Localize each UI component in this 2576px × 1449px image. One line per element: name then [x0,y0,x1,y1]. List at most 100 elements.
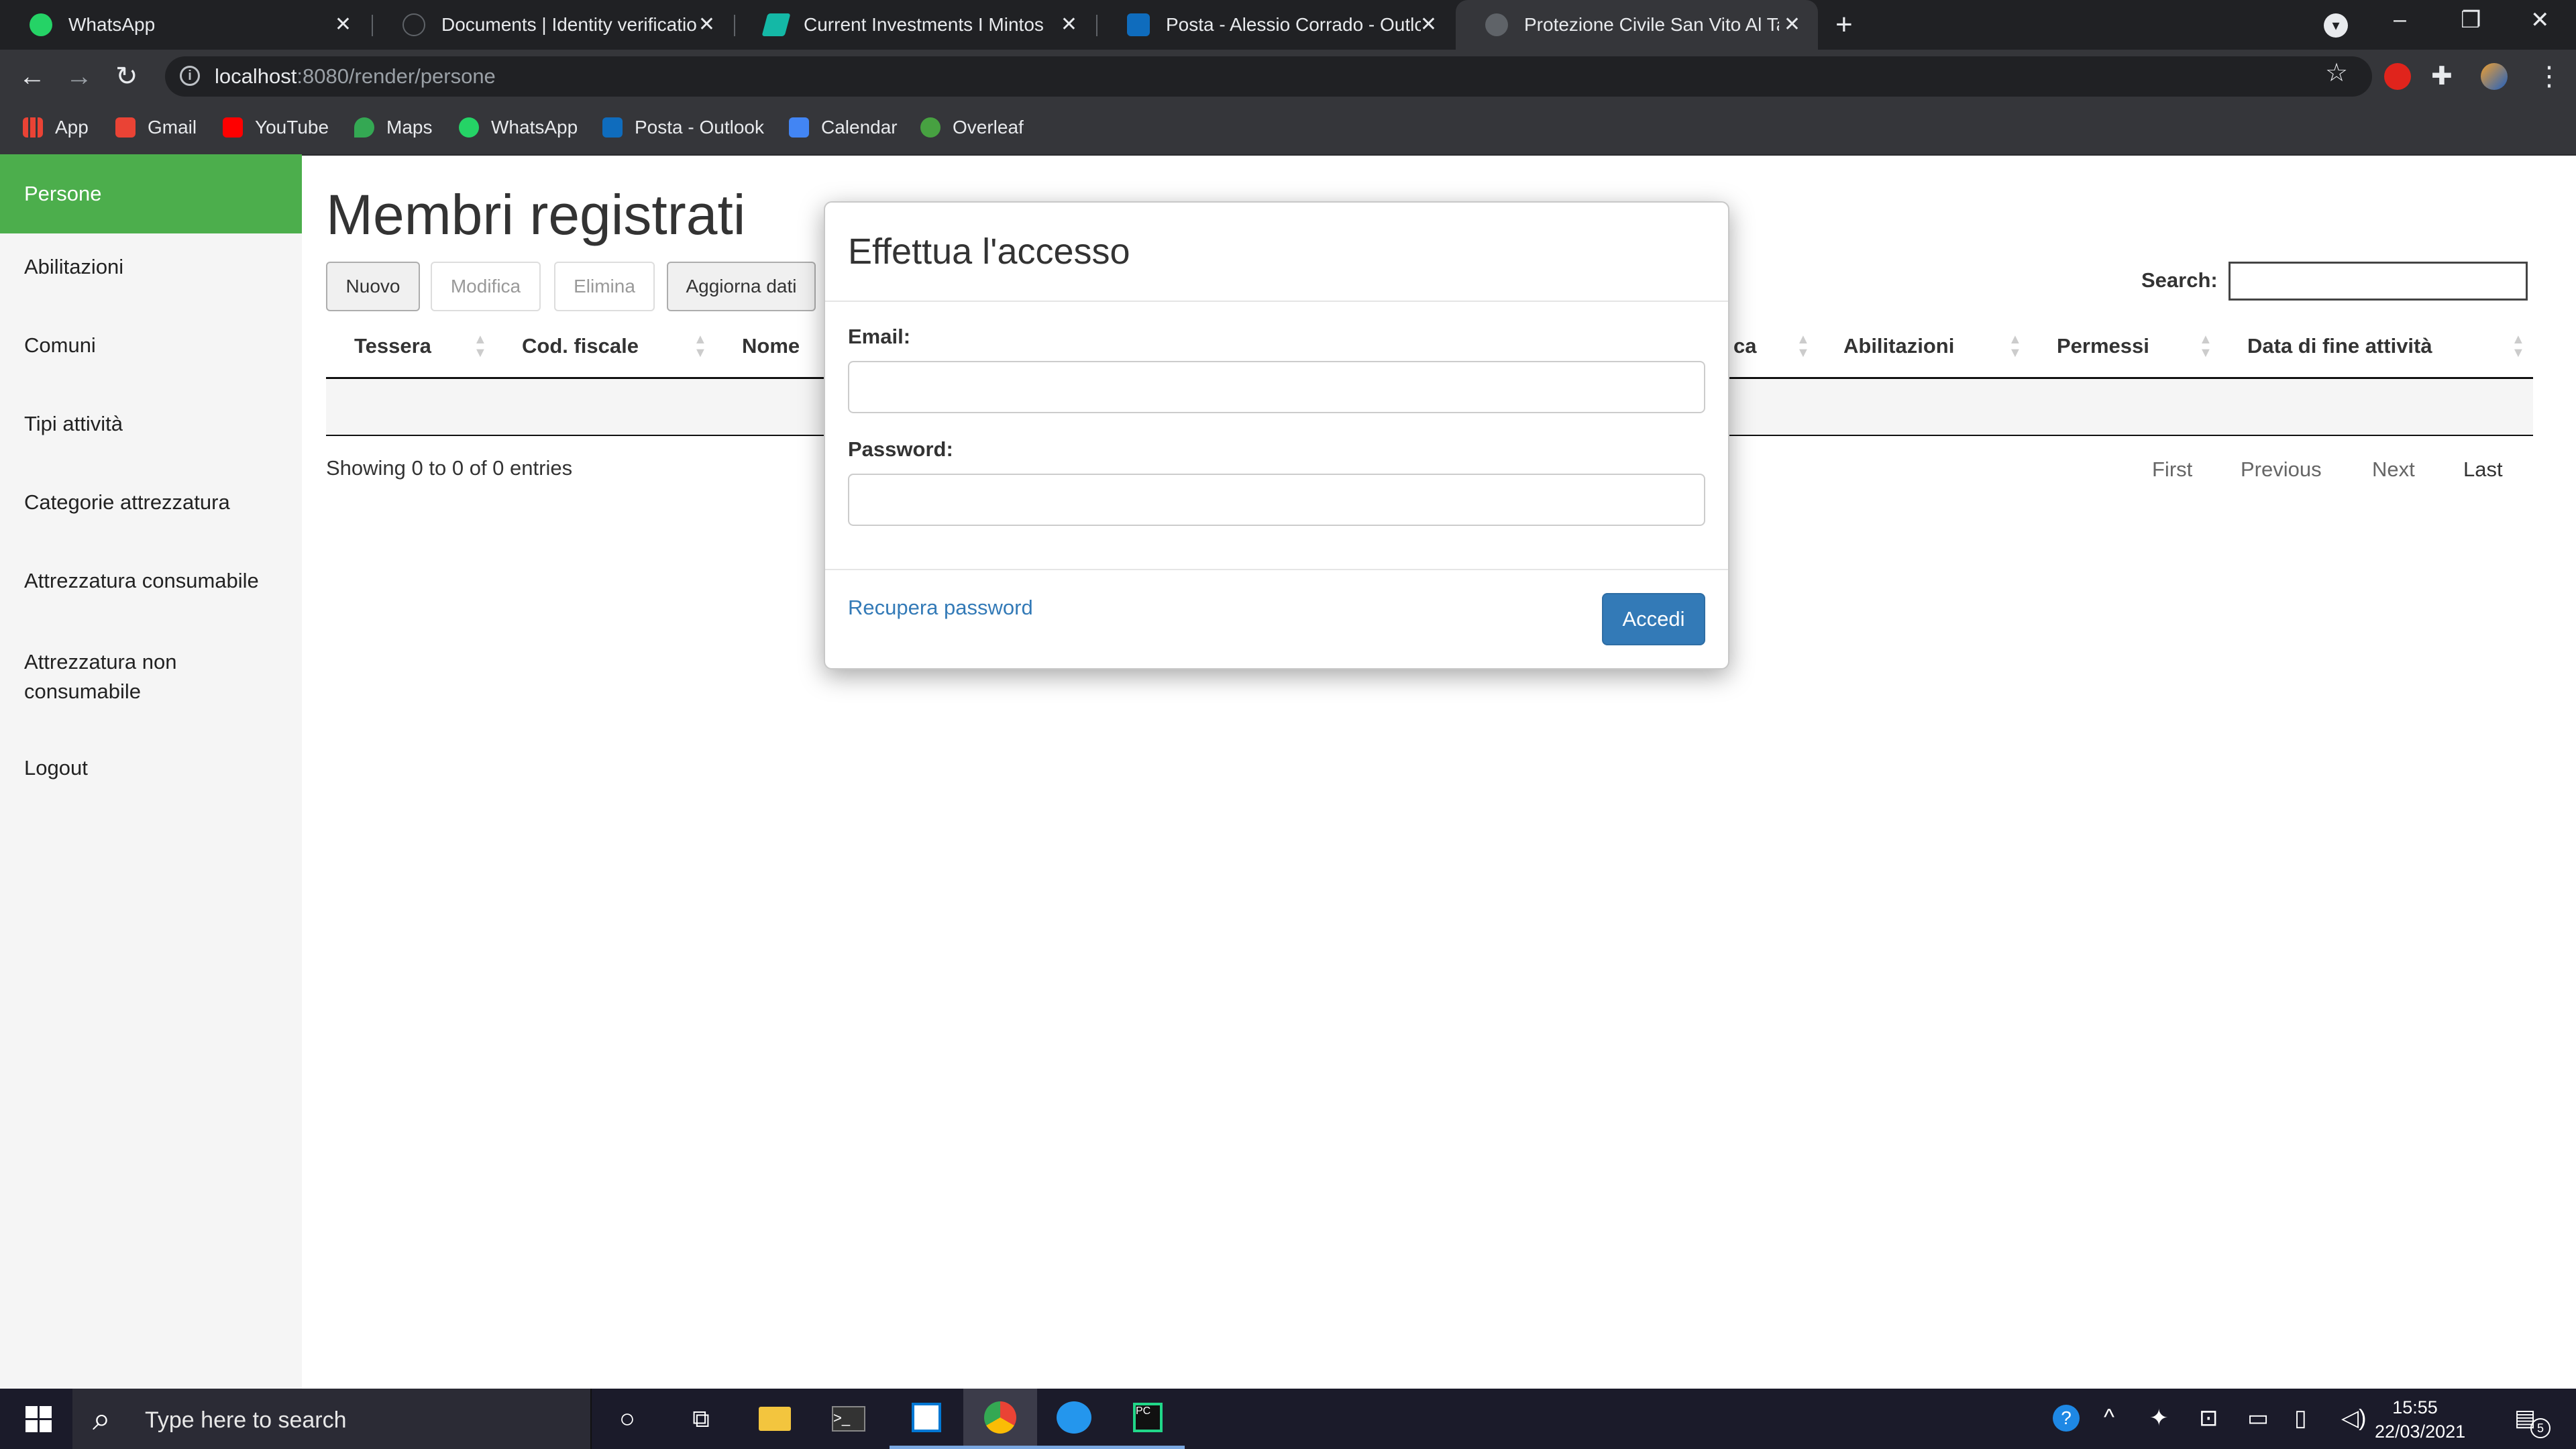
sort-icon[interactable]: ▲ ▼ [694,333,707,360]
sidebar-item-comuni[interactable]: Comuni [0,333,302,358]
sort-icon[interactable]: ▲ ▼ [2512,333,2525,360]
sidebar-item-persone[interactable]: Persone [0,154,302,233]
file-explorer-icon[interactable] [738,1389,812,1449]
site-info-icon[interactable]: i [180,66,200,86]
search-icon: ⌕ [93,1401,111,1437]
bookmark-label: Calendar [821,117,898,138]
overleaf-icon [920,117,941,138]
close-tab-icon[interactable]: ✕ [1784,12,1801,38]
modal-footer-divider [825,569,1728,570]
tab-whatsapp[interactable]: WhatsApp ✕ [0,0,369,50]
bookmark-star-icon[interactable]: ☆ [2325,58,2348,88]
taskbar-search-box[interactable]: ⌕ Type here to search [72,1389,592,1449]
sidebar-item-categorie-attrezzatura[interactable]: Categorie attrezzatura [0,490,302,515]
taskbar-app-icon[interactable] [890,1389,963,1449]
sort-icon[interactable]: ▲ ▼ [1796,333,1810,360]
bookmark-calendar[interactable]: Calendar [789,117,898,138]
bookmark-youtube[interactable]: YouTube [223,117,329,138]
address-bar[interactable]: i localhost:8080/render/persone [165,56,2372,97]
tab-outlook[interactable]: Posta - Alessio Corrado - Outlook ✕ [1097,0,1454,50]
volume-icon[interactable]: ◁) [2341,1405,2366,1432]
mintos-icon [761,13,791,36]
bookmark-label: Gmail [148,117,197,138]
system-clock[interactable]: 15:55 22/03/2021 [2375,1395,2466,1444]
bookmark-gmail[interactable]: Gmail [115,117,197,138]
maps-icon [354,117,374,138]
cortana-icon[interactable]: ○ [590,1389,664,1449]
bookmark-label: Maps [386,117,433,138]
bookmark-app[interactable]: App [23,117,89,138]
login-button[interactable]: Accedi [1602,593,1705,645]
password-field[interactable] [848,474,1705,526]
column-header-abilitazioni[interactable]: Abilitazioni [1843,334,1954,358]
email-field[interactable] [848,361,1705,413]
reload-icon[interactable]: ↻ [115,60,138,93]
pagination-first[interactable]: First [2152,458,2192,482]
close-tab-icon[interactable]: ✕ [1061,12,1077,38]
sort-icon[interactable]: ▲ ▼ [2008,333,2022,360]
meet-icon[interactable]: ⊡ [2199,1405,2218,1432]
modal-title: Effettua l'accesso [848,231,1130,272]
task-view-icon[interactable]: ⧉ [664,1389,738,1449]
docker-icon[interactable] [1037,1389,1111,1449]
help-icon[interactable]: ? [2053,1405,2080,1432]
column-header-nome[interactable]: Nome [742,334,800,358]
close-tab-icon[interactable]: ✕ [335,12,352,38]
pagination-last[interactable]: Last [2463,458,2503,482]
tab-search-icon[interactable]: ▾ [2324,13,2348,38]
bookmark-maps[interactable]: Maps [354,117,432,138]
pagination-next[interactable]: Next [2372,458,2415,482]
bookmark-label: YouTube [255,117,329,138]
sort-icon[interactable]: ▲ ▼ [474,333,487,360]
column-header-partial[interactable]: ca [1733,334,1756,358]
edit-button[interactable]: Modifica [431,262,541,311]
new-button[interactable]: Nuovo [326,262,420,311]
tab-mintos[interactable]: Current Investments I Mintos ✕ [735,0,1095,50]
bookmark-overleaf[interactable]: Overleaf [920,117,1024,138]
dropbox-icon[interactable]: ✦ [2149,1405,2169,1432]
forward-icon[interactable]: → [66,60,93,93]
sidebar-item-logout[interactable]: Logout [0,756,302,780]
recover-password-link[interactable]: Recupera password [848,596,1033,620]
show-hidden-icons-icon[interactable]: ^ [2104,1405,2114,1431]
column-header-data-fine-attivita[interactable]: Data di fine attività [2247,334,2432,358]
clock-date: 22/03/2021 [2375,1421,2466,1442]
extensions-puzzle-icon[interactable]: ✚ [2431,60,2453,93]
profile-avatar-icon[interactable] [2481,63,2508,90]
pycharm-icon[interactable]: PC [1111,1389,1185,1449]
pagination-previous[interactable]: Previous [2241,458,2322,482]
back-icon[interactable]: ← [19,60,46,93]
column-header-cod-fiscale[interactable]: Cod. fiscale [522,334,639,358]
bookmark-label: App [55,117,89,138]
new-tab-icon[interactable]: + [1835,8,1853,42]
sort-icon[interactable]: ▲ ▼ [2199,333,2212,360]
column-header-tessera[interactable]: Tessera [354,334,431,358]
tab-identity-verification[interactable]: Documents | Identity verification ✕ [373,0,733,50]
close-tab-icon[interactable]: ✕ [1420,12,1437,38]
bookmark-whatsapp[interactable]: WhatsApp [459,117,578,138]
column-header-permessi[interactable]: Permessi [2057,334,2149,358]
sidebar-item-attrezzatura-consumabile[interactable]: Attrezzatura consumabile [0,569,302,593]
minimize-icon[interactable]: – [2394,7,2406,33]
battery-icon[interactable]: ▭ [2247,1405,2269,1432]
search-input[interactable] [2229,262,2528,301]
sidebar-item-tipi-attivita[interactable]: Tipi attività [0,412,302,436]
extension-adblock-icon[interactable] [2384,63,2411,90]
url-text[interactable]: localhost:8080/render/persone [215,64,496,89]
restore-icon[interactable]: ❐ [2461,7,2481,34]
tab-title: Current Investments I Mintos [804,14,1044,35]
bookmark-outlook[interactable]: Posta - Outlook [602,117,764,138]
windows-start-icon[interactable] [25,1406,52,1433]
sidebar-item-attrezzatura-non-consumabile[interactable]: Attrezzatura non consumabile [0,647,241,706]
outlook-icon [1127,13,1150,36]
delete-button[interactable]: Elimina [554,262,655,311]
network-icon[interactable]: ▯ [2294,1405,2307,1432]
tab-protezione-civile[interactable]: Protezione Civile San Vito Al Tagliament… [1456,0,1818,50]
chrome-icon[interactable] [963,1389,1037,1449]
browser-menu-icon[interactable]: ⋮ [2536,60,2563,93]
close-window-icon[interactable]: ✕ [2530,7,2550,34]
close-tab-icon[interactable]: ✕ [698,12,715,38]
terminal-icon[interactable]: >_ [812,1389,885,1449]
refresh-data-button[interactable]: Aggiorna dati [667,262,816,311]
sidebar-item-abilitazioni[interactable]: Abilitazioni [0,255,302,279]
